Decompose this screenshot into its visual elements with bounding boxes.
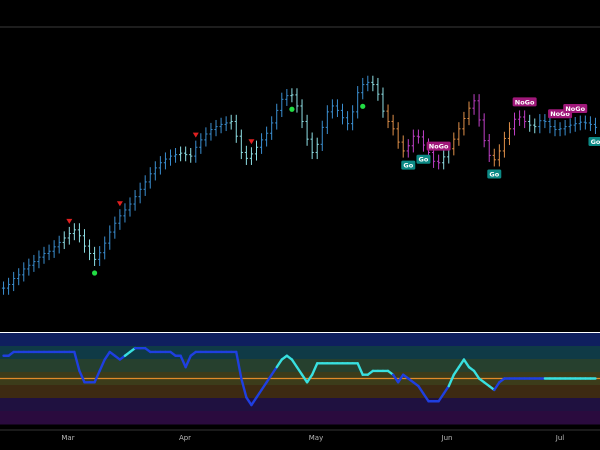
price-chart: GoGoNoGoGoNoGoNoGoNoGoGo Mar Apr May Jun… [0,0,600,450]
oscillator-top-border [0,332,600,333]
nogo-badge: NoGo [512,97,537,107]
badge-label: Go [489,170,499,178]
x-tick-mar: Mar [61,434,74,442]
go-badge: Go [588,136,600,146]
oscillator-zone-band [0,398,600,412]
x-tick-jun: Jun [441,434,453,442]
green-dot-marker [91,270,98,276]
green-dot-marker [289,106,295,112]
badge-label: Go [419,156,429,164]
go-badge: Go [401,160,416,170]
oscillator-zone-band [0,385,600,399]
oscillator-zone-band [0,333,600,347]
go-badge: Go [487,169,502,179]
badge-label: NoGo [565,105,585,113]
x-tick-jul: Jul [555,434,565,442]
green-dot-marker [360,103,366,109]
badge-label: NoGo [515,98,535,106]
oscillator-panel [0,332,600,425]
oscillator-zone-band [0,411,600,425]
x-tick-may: May [309,434,323,442]
nogo-badge: NoGo [563,104,588,114]
badge-label: Go [591,138,600,146]
badge-label: Go [403,162,413,170]
nogo-badge: NoGo [426,141,451,151]
badge-label: NoGo [429,143,449,151]
oscillator-zone-band [0,346,600,360]
x-tick-apr: Apr [179,434,191,442]
go-badge: Go [416,154,431,164]
